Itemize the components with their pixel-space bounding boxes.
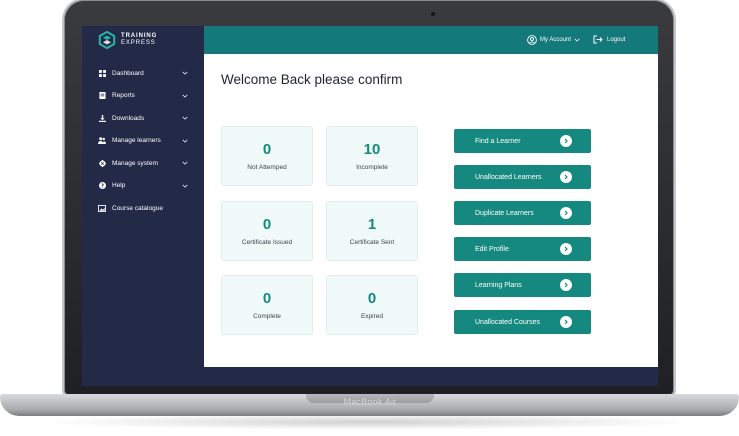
chevron-down-icon <box>182 94 188 98</box>
find-learner-button[interactable]: Find a Learner <box>454 129 591 153</box>
my-account-menu[interactable]: My Account <box>527 35 580 45</box>
action-label: Unallocated Learners <box>475 173 542 181</box>
grid-icon <box>98 69 106 77</box>
report-icon <box>98 92 106 100</box>
brand-line2: EXPRESS <box>121 40 156 46</box>
unallocated-learners-button[interactable]: Unallocated Learners <box>454 165 591 189</box>
sidebar-nav: Dashboard Reports Downloads Manage learn… <box>82 62 204 220</box>
logout-label: Logout <box>607 36 626 43</box>
stat-card-certificate-issued[interactable]: 0 Certificate Issued <box>221 201 313 261</box>
logout-icon <box>593 35 603 44</box>
sidebar-item-label: Dashboard <box>112 69 144 77</box>
brand-wordmark: TRAINING EXPRESS <box>121 33 157 47</box>
main-content: Welcome Back please confirm 0 Not Attemp… <box>204 54 658 367</box>
learning-plans-button[interactable]: Learning Plans <box>454 273 591 297</box>
sidebar-item-label: Course catalogue <box>112 204 163 212</box>
stat-card-complete[interactable]: 0 Complete <box>221 275 313 335</box>
action-label: Edit Profile <box>475 245 509 253</box>
chevron-down-icon <box>574 38 580 42</box>
users-icon <box>98 137 106 145</box>
device-model-label: MacBook Air <box>343 397 397 407</box>
catalogue-icon <box>98 204 106 212</box>
stat-value: 10 <box>363 141 381 158</box>
laptop-shadow <box>40 414 700 430</box>
sidebar-item-label: Downloads <box>112 114 145 122</box>
brand-logo[interactable]: TRAINING EXPRESS <box>98 31 157 49</box>
brand-line1: TRAINING <box>121 33 158 39</box>
sidebar-item-manage-learners[interactable]: Manage learners <box>82 130 204 153</box>
arrow-right-icon <box>560 243 572 255</box>
action-label: Find a Learner <box>475 137 521 145</box>
sidebar-item-label: Reports <box>112 92 135 100</box>
chevron-down-icon <box>182 71 188 75</box>
sidebar-item-downloads[interactable]: Downloads <box>82 107 204 130</box>
edit-profile-button[interactable]: Edit Profile <box>454 237 591 261</box>
arrow-right-icon <box>560 279 572 291</box>
user-circle-icon <box>527 35 537 45</box>
sidebar-item-label: Manage system <box>112 159 158 167</box>
stat-label: Not Attemped <box>247 164 287 171</box>
stat-card-not-attempted[interactable]: 0 Not Attemped <box>221 126 313 186</box>
duplicate-learners-button[interactable]: Duplicate Learners <box>454 201 591 225</box>
stat-label: Certificate Issued <box>241 239 293 246</box>
sidebar-item-help[interactable]: ? Help <box>82 175 204 198</box>
svg-text:?: ? <box>100 184 103 189</box>
stat-card-expired[interactable]: 0 Expired <box>326 275 418 335</box>
stat-value: 0 <box>262 290 272 307</box>
action-label: Duplicate Learners <box>475 209 534 217</box>
stat-label: Expired <box>360 313 384 320</box>
logout-button[interactable]: Logout <box>593 35 625 44</box>
chevron-down-icon <box>182 161 188 165</box>
chevron-down-icon <box>182 139 188 143</box>
sidebar-item-course-catalogue[interactable]: Course catalogue <box>82 197 204 220</box>
stat-value: 0 <box>262 141 272 158</box>
stat-value: 0 <box>367 290 377 307</box>
download-icon <box>98 114 106 122</box>
stat-label: Incomplete <box>356 164 388 171</box>
sidebar-item-manage-system[interactable]: Manage system <box>82 152 204 175</box>
sidebar-item-reports[interactable]: Reports <box>82 85 204 108</box>
chevron-down-icon <box>182 184 188 188</box>
my-account-label: My Account <box>540 37 572 43</box>
stat-value: 0 <box>262 216 272 233</box>
arrow-right-icon <box>560 207 572 219</box>
sidebar-item-label: Help <box>112 182 126 190</box>
arrow-right-icon <box>560 171 572 183</box>
app-screen: TRAINING EXPRESS Dashboard Reports Downl… <box>82 26 658 386</box>
arrow-right-icon <box>560 316 572 328</box>
top-bar: My Account Logout <box>204 26 658 54</box>
chevron-down-icon <box>182 116 188 120</box>
stat-card-certificate-sent[interactable]: 1 Certificate Sent <box>326 201 418 261</box>
action-label: Learning Plans <box>475 281 522 289</box>
gear-icon <box>98 159 106 167</box>
sidebar: TRAINING EXPRESS Dashboard Reports Downl… <box>82 26 204 386</box>
help-icon: ? <box>98 182 106 190</box>
camera-dot <box>431 12 435 16</box>
action-label: Unallocated Courses <box>475 318 540 326</box>
page-title: Welcome Back please confirm <box>221 72 403 87</box>
sidebar-item-dashboard[interactable]: Dashboard <box>82 62 204 85</box>
stat-label: Complete <box>253 313 281 320</box>
unallocated-courses-button[interactable]: Unallocated Courses <box>454 310 591 334</box>
sidebar-item-label: Manage learners <box>112 137 161 145</box>
stat-card-incomplete[interactable]: 10 Incomplete <box>326 126 418 186</box>
stat-label: Certificate Sent <box>349 239 395 246</box>
stat-value: 1 <box>367 216 377 233</box>
logo-mark-icon <box>98 31 116 49</box>
arrow-right-icon <box>560 135 572 147</box>
